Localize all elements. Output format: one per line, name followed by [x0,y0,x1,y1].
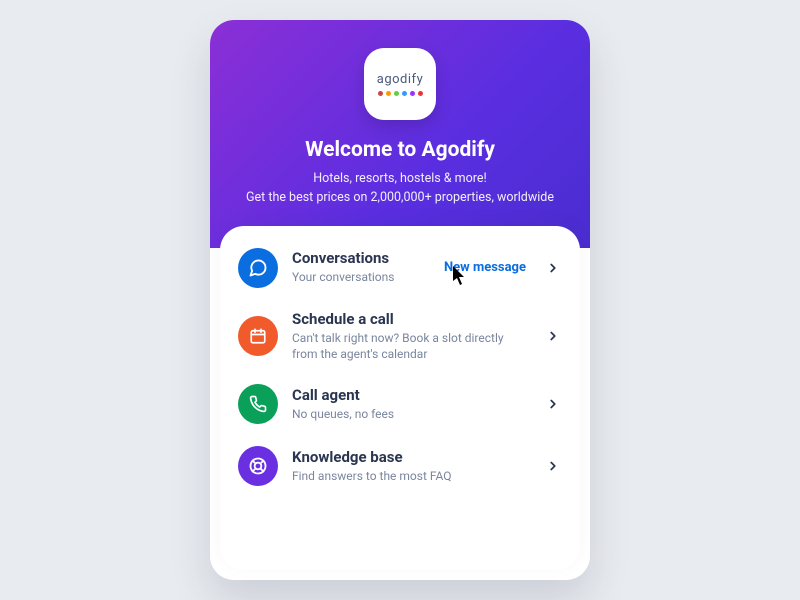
new-message-link[interactable]: New message [444,260,526,275]
option-body: Conversations Your conversations [292,249,430,285]
subtitle-line-2: Get the best prices on 2,000,000+ proper… [246,190,554,205]
option-title: Call agent [292,386,530,404]
welcome-title: Welcome to Agodify [234,138,566,162]
welcome-card: agodify Welcome to Agodify Hotels, resor… [210,20,590,580]
option-body: Knowledge base Find answers to the most … [292,448,530,484]
option-knowledge-base[interactable]: Knowledge base Find answers to the most … [238,446,562,486]
chevron-right-icon [544,395,562,413]
lifebuoy-icon [238,446,278,486]
chevron-right-icon [544,259,562,277]
chevron-right-icon [544,457,562,475]
phone-icon [238,384,278,424]
option-call-agent[interactable]: Call agent No queues, no fees [238,384,562,424]
option-schedule-call[interactable]: Schedule a call Can't talk right now? Bo… [238,310,562,362]
option-title: Conversations [292,249,430,267]
option-title: Schedule a call [292,310,530,328]
option-body: Call agent No queues, no fees [292,386,530,422]
option-subtitle: Can't talk right now? Book a slot direct… [292,330,530,362]
subtitle-line-1: Hotels, resorts, hostels & more! [313,171,487,186]
calendar-icon [238,316,278,356]
option-subtitle: Your conversations [292,269,430,285]
option-subtitle: No queues, no fees [292,406,530,422]
option-conversations[interactable]: Conversations Your conversations New mes… [238,248,562,288]
chevron-right-icon [544,327,562,345]
welcome-subtitle: Hotels, resorts, hostels & more! Get the… [234,170,566,208]
chat-icon [238,248,278,288]
logo-wordmark: agodify [377,72,423,87]
option-body: Schedule a call Can't talk right now? Bo… [292,310,530,362]
option-title: Knowledge base [292,448,530,466]
options-panel: Conversations Your conversations New mes… [220,226,580,571]
logo-dots [378,91,423,96]
header: agodify Welcome to Agodify Hotels, resor… [210,20,590,248]
option-subtitle: Find answers to the most FAQ [292,468,530,484]
app-logo-tile: agodify [364,48,436,120]
